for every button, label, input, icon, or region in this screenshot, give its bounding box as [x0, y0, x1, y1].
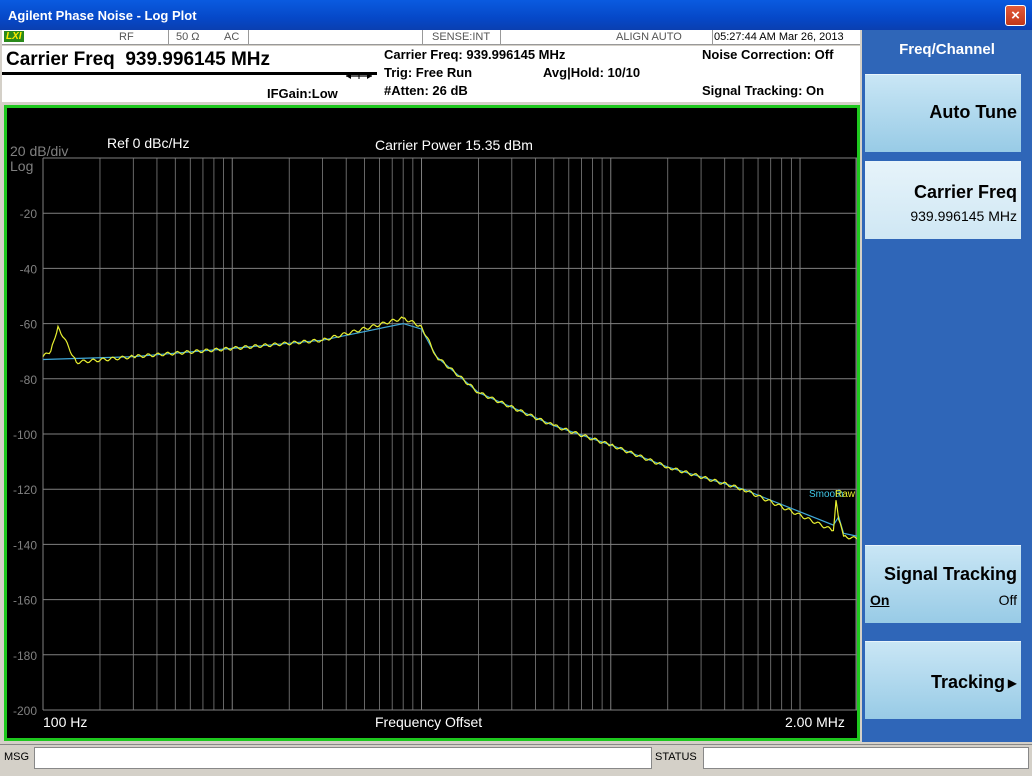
softkey-menu-title: Freq/Channel — [862, 30, 1032, 70]
message-bar: MSG STATUS — [0, 744, 1032, 776]
status-label: STATUS — [655, 751, 697, 763]
divider — [2, 72, 377, 75]
coupling-indicator: AC — [224, 31, 240, 43]
log-label: Log — [10, 158, 33, 174]
trig-info: Trig: Free Run — [384, 65, 473, 80]
carrier-freq-info: Carrier Freq: 939.996145 MHz — [384, 47, 566, 62]
y-tick-label: -100 — [13, 428, 37, 442]
carrier-power-label: Carrier Power 15.35 dBm — [375, 137, 533, 153]
status-bar: LXI RF 50 Ω AC SENSE:INT ALIGN AUTO 05:2… — [2, 30, 860, 45]
avg-hold-info: Avg|Hold: 10/10 — [543, 65, 641, 80]
y-tick-label: -40 — [20, 262, 38, 276]
raw-trace-label: Raw — [835, 489, 856, 500]
submenu-arrow-icon: ▶ — [1007, 676, 1017, 690]
signal-tracking-info: Signal Tracking: On — [702, 83, 825, 98]
y-tick-label: -200 — [13, 704, 37, 718]
align-indicator: ALIGN AUTO — [616, 31, 682, 43]
phase-noise-plot: -20 -40 -60 -80 -100 -120 -140 -160 -180 -200 20 … — [10, 135, 857, 730]
y-tick-label: -120 — [13, 483, 37, 497]
title-bar: Agilent Phase Noise - Log Plot × — [0, 0, 1032, 30]
y-tick-labels: -20 -40 -60 -80 -100 -120 -140 -160 -180 -200 — [13, 207, 37, 718]
info-bar: Carrier Freq 939.996145 MHz IFGain:Low C… — [2, 46, 860, 102]
carrier-freq-readout: Carrier Freq 939.996145 MHz — [6, 49, 271, 70]
raw-trace-line — [42, 316, 857, 540]
traces — [42, 316, 857, 540]
plot-display: -20 -40 -60 -80 -100 -120 -140 -160 -180 -200 20 … — [4, 105, 860, 741]
y-tick-label: -60 — [20, 318, 38, 332]
x-stop-label: 2.00 MHz — [785, 714, 845, 730]
x-start-label: 100 Hz — [43, 714, 87, 730]
sense-indicator: SENSE:INT — [432, 31, 491, 43]
ref-label: Ref 0 dBc/Hz — [107, 135, 189, 151]
window-title: Agilent Phase Noise - Log Plot — [8, 8, 197, 23]
signal-tracking-button[interactable]: Signal Tracking On Off — [865, 545, 1021, 623]
rf-indicator: RF — [119, 31, 134, 43]
carrier-freq-softkey-label: Carrier Freq — [913, 182, 1017, 202]
signal-tracking-on: On — [870, 592, 890, 608]
carrier-freq-softkey-value: 939.996145 MHz — [910, 208, 1017, 224]
x-axis-label: Frequency Offset — [375, 714, 482, 730]
lxi-icon: LXI — [4, 31, 24, 42]
msg-label: MSG — [4, 751, 30, 763]
signal-tracking-off: Off — [998, 592, 1017, 608]
auto-tune-label: Auto Tune — [929, 102, 1017, 122]
signal-tracking-softkey-label: Signal Tracking — [883, 564, 1017, 584]
status-field — [703, 747, 1029, 769]
impedance-indicator: 50 Ω — [176, 31, 200, 43]
tracking-softkey-label: Tracking — [930, 672, 1005, 692]
carrier-freq-button[interactable]: Carrier Freq 939.996145 MHz — [865, 161, 1021, 239]
auto-tune-button[interactable]: Auto Tune — [865, 74, 1021, 152]
close-button[interactable]: × — [1005, 5, 1026, 26]
noise-correction-info: Noise Correction: Off — [702, 47, 834, 62]
y-tick-label: -20 — [20, 207, 38, 221]
grid — [42, 157, 857, 711]
datetime: 05:27:44 AM Mar 26, 2013 — [714, 31, 844, 43]
smooth-trace-line — [42, 322, 857, 537]
trigger-arrow-icon — [346, 70, 372, 84]
y-tick-label: -140 — [13, 538, 37, 552]
scale-label: 20 dB/div — [10, 143, 68, 159]
y-tick-label: -80 — [20, 373, 38, 387]
y-tick-label: -160 — [13, 594, 37, 608]
y-tick-label: -180 — [13, 649, 37, 663]
msg-field — [34, 747, 652, 769]
atten-info: #Atten: 26 dB — [384, 83, 468, 98]
ifgain-readout: IFGain:Low — [267, 86, 338, 101]
softkey-panel: Freq/Channel Auto Tune Carrier Freq 939.… — [862, 30, 1032, 742]
tracking-button[interactable]: Tracking ▶ — [865, 641, 1021, 719]
